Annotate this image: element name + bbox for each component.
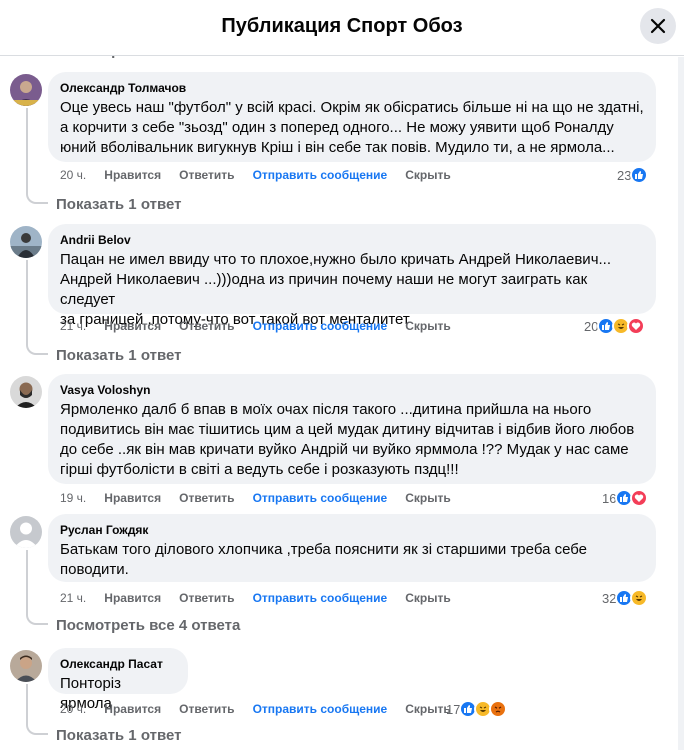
- comment: Олександр Толмачов Оце увесь наш "футбол…: [0, 72, 684, 212]
- thread-connector: [26, 337, 48, 355]
- avatar[interactable]: [10, 376, 42, 408]
- post-header: Публикация Спорт Обоз: [0, 0, 684, 56]
- hide-button[interactable]: Скрыть: [405, 591, 451, 605]
- comment-actions: 21 ч. Нравится Ответить Отправить сообще…: [60, 588, 469, 608]
- thread-connector: [26, 717, 48, 735]
- close-icon: [650, 18, 666, 34]
- thread-connector: [26, 607, 48, 625]
- reply-button[interactable]: Ответить: [179, 591, 234, 605]
- comment-author[interactable]: Andrii Belov: [60, 232, 644, 248]
- comment-time[interactable]: 21 ч.: [60, 591, 86, 605]
- comment-bubble: Олександр Пасат Понторіз ярмола: [48, 648, 188, 712]
- avatar[interactable]: [10, 516, 42, 548]
- comment-text: Ярмоленко далб б впав в моїх очах після …: [60, 401, 635, 478]
- send-message-button[interactable]: Отправить сообщение: [253, 319, 388, 333]
- page-title: Публикация Спорт Обоз: [221, 15, 463, 37]
- reactions-count: 16: [602, 490, 617, 506]
- comment-author[interactable]: Vasya Voloshyn: [60, 382, 644, 398]
- comment: Руслан Гождяк Батькам того ділового хлоп…: [0, 514, 684, 634]
- comment-time[interactable]: 19 ч.: [60, 491, 86, 505]
- like-button[interactable]: Нравится: [104, 168, 161, 182]
- reactions-summary[interactable]: 16: [602, 488, 649, 508]
- comment-bubble: Руслан Гождяк Батькам того ділового хлоп…: [48, 514, 656, 582]
- comment-bubble: Andrii Belov Пацан не имел ввиду что то …: [48, 224, 656, 328]
- reactions-count: 20: [584, 318, 599, 334]
- comment-time[interactable]: 21 ч.: [60, 319, 86, 333]
- reactions-summary[interactable]: 17: [446, 699, 508, 719]
- comment-actions: 20 ч. Нравится Ответить Отправить сообще…: [60, 699, 469, 719]
- show-replies-link[interactable]: Посмотреть все 4 ответа: [56, 617, 240, 634]
- show-replies-link[interactable]: Показать 1 ответ: [56, 347, 181, 364]
- avatar[interactable]: [10, 650, 42, 682]
- hide-button[interactable]: Скрыть: [405, 168, 451, 182]
- comment-author[interactable]: Олександр Толмачов: [60, 80, 644, 96]
- thread-line: [26, 260, 28, 345]
- thread-line: [26, 108, 28, 193]
- like-button[interactable]: Нравится: [104, 319, 161, 333]
- angry-icon: [489, 700, 508, 718]
- close-button[interactable]: [640, 8, 676, 44]
- like-button[interactable]: Нравится: [104, 702, 161, 716]
- comment-bubble: Олександр Толмачов Оце увесь наш "футбол…: [48, 72, 656, 162]
- reply-button[interactable]: Ответить: [179, 702, 234, 716]
- haha-icon: [630, 589, 649, 607]
- comment-author[interactable]: Олександр Пасат: [60, 656, 176, 672]
- avatar[interactable]: [10, 226, 42, 258]
- send-message-button[interactable]: Отправить сообщение: [253, 491, 388, 505]
- thread-connector: [26, 186, 48, 204]
- like-button[interactable]: Нравится: [104, 591, 161, 605]
- avatar[interactable]: [10, 74, 42, 106]
- reply-button[interactable]: Ответить: [179, 319, 234, 333]
- comment-actions: 19 ч. Нравится Ответить Отправить сообще…: [60, 488, 469, 508]
- comment-text: Оце увесь наш "футбол" у всій красі. Окр…: [60, 99, 644, 156]
- hide-button[interactable]: Скрыть: [405, 319, 451, 333]
- comment: Vasya Voloshyn Ярмоленко далб б впав в м…: [0, 374, 684, 509]
- reactions-count: 23: [617, 167, 632, 183]
- love-icon: [630, 489, 649, 507]
- send-message-button[interactable]: Отправить сообщение: [253, 702, 388, 716]
- reactions-count: 32: [602, 590, 617, 606]
- like-icon: [630, 166, 649, 184]
- reactions-count: 17: [446, 701, 461, 717]
- comment-bubble: Vasya Voloshyn Ярмоленко далб б впав в м…: [48, 374, 656, 484]
- reply-button[interactable]: Ответить: [179, 168, 234, 182]
- send-message-button[interactable]: Отправить сообщение: [253, 168, 388, 182]
- show-replies-link[interactable]: Показать 1 ответ: [56, 196, 181, 213]
- show-replies-link[interactable]: Показать 1 ответ: [56, 727, 181, 744]
- reactions-summary[interactable]: 23: [617, 165, 649, 185]
- reactions-summary[interactable]: 32: [602, 588, 649, 608]
- reply-button[interactable]: Ответить: [179, 491, 234, 505]
- comment-author[interactable]: Руслан Гождяк: [60, 522, 644, 538]
- comment-time[interactable]: 20 ч.: [60, 168, 86, 182]
- comment-actions: 21 ч. Нравится Ответить Отправить сообще…: [60, 316, 469, 336]
- reactions-summary[interactable]: 20: [584, 316, 646, 336]
- thread-line: [26, 550, 28, 615]
- hide-button[interactable]: Скрыть: [405, 491, 451, 505]
- comment-text: Батькам того ділового хлопчика ,треба по…: [60, 541, 588, 578]
- hide-button[interactable]: Скрыть: [405, 702, 451, 716]
- comment-actions: 20 ч. Нравится Ответить Отправить сообще…: [60, 165, 469, 185]
- like-button[interactable]: Нравится: [104, 491, 161, 505]
- comment-time[interactable]: 20 ч.: [60, 702, 86, 716]
- send-message-button[interactable]: Отправить сообщение: [253, 591, 388, 605]
- love-icon: [627, 317, 646, 335]
- comment: Andrii Belov Пацан не имел ввиду что то …: [0, 224, 684, 364]
